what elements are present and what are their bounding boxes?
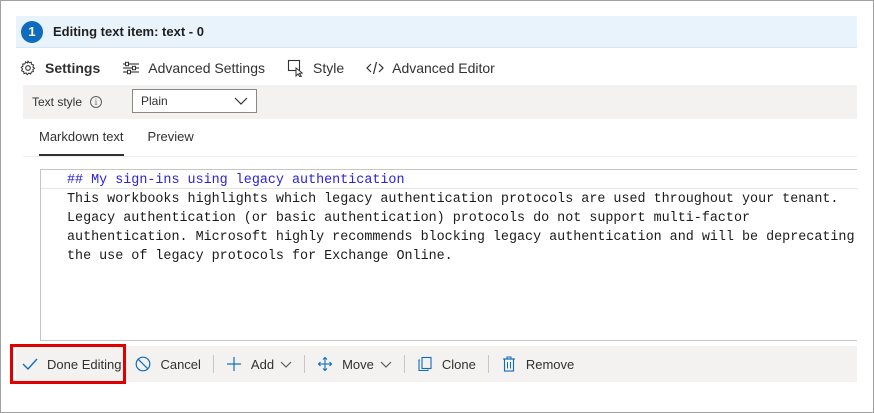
tab-style-label: Style — [312, 60, 345, 76]
editor-line: the use of legacy protocols for Exchange… — [67, 249, 453, 264]
remove-button[interactable]: Remove — [495, 346, 580, 382]
editor-header: 1 Editing text item: text - 0 — [16, 16, 857, 48]
tab-preview[interactable]: Preview — [148, 129, 194, 155]
editor-line: ## My sign-ins using legacy authenticati… — [67, 173, 405, 188]
toolbar-separator — [304, 355, 306, 373]
plus-icon — [226, 356, 242, 372]
cancel-icon — [135, 356, 151, 372]
toolbar-separator — [403, 355, 405, 373]
add-label: Add — [250, 356, 275, 372]
done-editing-button[interactable]: Done Editing — [16, 346, 127, 382]
remove-label: Remove — [525, 356, 575, 372]
text-style-select[interactable]: Plain — [132, 89, 257, 113]
tab-style[interactable]: Style — [287, 53, 344, 83]
text-style-label: Text style — [32, 95, 83, 109]
gear-icon — [19, 59, 37, 77]
chevron-down-icon — [280, 361, 292, 368]
done-editing-label: Done Editing — [47, 356, 122, 372]
text-style-value: Plain — [141, 94, 168, 108]
step-badge: 1 — [21, 20, 43, 43]
move-label: Move — [342, 356, 374, 372]
tab-markdown-text[interactable]: Markdown text — [39, 129, 124, 156]
markdown-editor[interactable]: ## My sign-ins using legacy authenticati… — [40, 169, 858, 341]
divider — [23, 156, 857, 157]
tab-advanced-editor-label: Advanced Editor — [392, 60, 495, 76]
tab-settings[interactable]: Settings — [19, 53, 100, 83]
clone-label: Clone — [441, 356, 476, 372]
tab-settings-label: Settings — [45, 60, 101, 76]
clone-button[interactable]: Clone — [411, 346, 482, 382]
code-icon — [366, 59, 384, 77]
text-style-bar: Text style i Plain — [23, 85, 857, 119]
checkmark-icon — [22, 356, 38, 372]
add-button[interactable]: Add — [220, 346, 298, 382]
tab-advanced-settings[interactable]: Advanced Settings — [122, 53, 265, 83]
tab-advanced-settings-label: Advanced Settings — [148, 60, 265, 76]
clone-icon — [417, 356, 433, 372]
editor-line: Legacy authentication (or basic authenti… — [67, 211, 751, 226]
move-button[interactable]: Move — [311, 346, 398, 382]
chevron-down-icon — [234, 94, 248, 108]
chevron-down-icon — [380, 361, 392, 368]
workbook-item-editor: 1 Editing text item: text - 0 Settings A… — [0, 0, 874, 413]
editor-line: This workbooks highlights which legacy a… — [67, 192, 839, 207]
tab-advanced-editor[interactable]: Advanced Editor — [366, 53, 495, 83]
editor-title: Editing text item: text - 0 — [53, 24, 204, 39]
style-icon — [287, 59, 305, 77]
markdown-content: ## My sign-ins using legacy authenticati… — [67, 171, 855, 266]
toolbar-separator — [212, 355, 214, 373]
move-icon — [317, 356, 333, 372]
sliders-icon — [122, 59, 140, 77]
editor-mode-tabs: Markdown text Preview — [39, 129, 218, 156]
editor-line: authentication. Microsoft highly recomme… — [67, 230, 855, 245]
editor-toolbar: Done Editing Cancel Add Move Clone Remov… — [16, 346, 857, 382]
settings-tabs: Settings Advanced Settings Style Advance… — [19, 53, 517, 83]
trash-icon — [501, 356, 517, 372]
info-icon[interactable]: i — [90, 96, 103, 108]
cancel-label: Cancel — [160, 356, 201, 372]
toolbar-separator — [487, 355, 489, 373]
cancel-button[interactable]: Cancel — [129, 346, 206, 382]
